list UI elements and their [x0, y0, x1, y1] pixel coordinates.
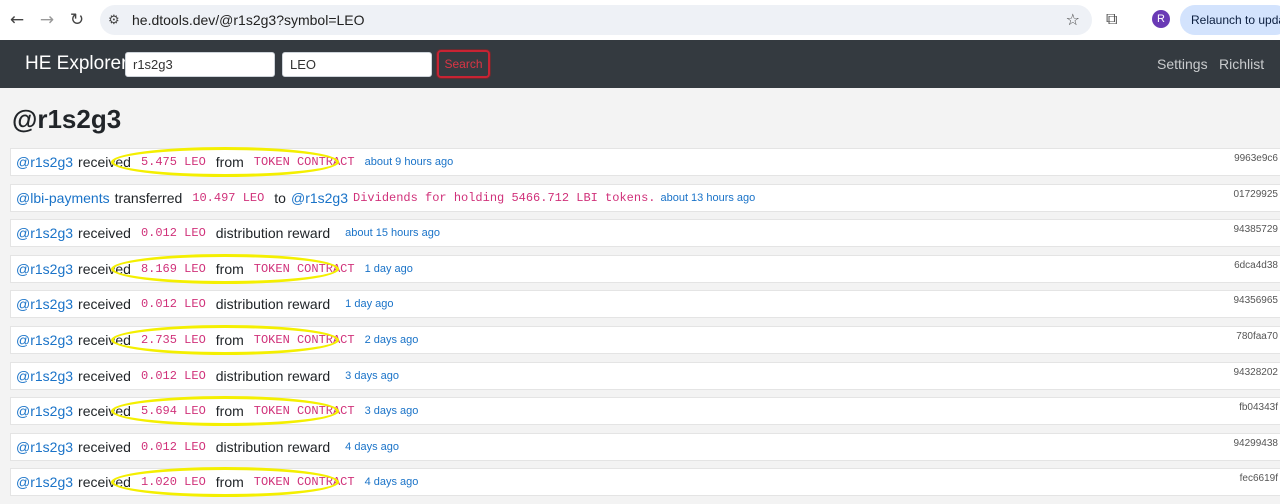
navbar: HE Explorer r1s2g3 LEO Search Settings R…: [0, 40, 1280, 88]
amount-text: 0.012 LEO: [140, 368, 206, 383]
search-button[interactable]: Search: [437, 50, 490, 78]
verb-text: transferred: [114, 189, 183, 206]
timestamp-link[interactable]: 4 days ago: [345, 441, 399, 453]
reload-icon[interactable]: ↻: [62, 5, 92, 35]
verb-text: received: [78, 154, 131, 170]
timestamp-link[interactable]: 3 days ago: [345, 370, 399, 382]
connector-text: distribution reward: [215, 296, 331, 313]
amount-text: 0.012 LEO: [140, 297, 206, 312]
brand[interactable]: HE Explorer: [25, 53, 127, 75]
connector-text: distribution reward: [215, 438, 331, 455]
actor-link[interactable]: @r1s2g3: [16, 296, 73, 312]
browser-toolbar: ← → ↻ ⚙ he.dtools.dev/@r1s2g3?symbol=LEO…: [0, 0, 1280, 40]
verb-text: received: [78, 260, 131, 277]
url-text[interactable]: he.dtools.dev/@r1s2g3?symbol=LEO: [132, 12, 365, 28]
amount-text: 5.475 LEO: [140, 155, 206, 169]
table-row: @r1s2g3 received 0.012 LEO distribution …: [10, 290, 1280, 319]
table-row: @r1s2g3 received 1.020 LEO from TOKEN CO…: [10, 467, 1280, 498]
profile-avatar[interactable]: R: [1152, 10, 1170, 28]
amount-text: 10.497 LEO: [192, 190, 265, 205]
timestamp-link[interactable]: 4 days ago: [365, 476, 419, 488]
table-row: @r1s2g3 received 0.012 LEO distribution …: [10, 219, 1280, 248]
verb-text: received: [78, 438, 131, 455]
verb-text: received: [78, 403, 131, 420]
connector-text: from: [215, 474, 244, 491]
settings-link[interactable]: Settings: [1157, 56, 1208, 72]
connector-text: from: [215, 403, 244, 420]
memo-text: Dividends for holding 5466.712 LBI token…: [353, 190, 656, 205]
verb-text: received: [78, 331, 131, 348]
table-row: @r1s2g3 received 8.169 LEO from TOKEN CO…: [10, 253, 1280, 284]
connector-text: from: [215, 260, 244, 277]
amount-text: 0.012 LEO: [140, 439, 206, 454]
site-info-icon[interactable]: ⚙: [108, 13, 124, 28]
timestamp-link[interactable]: about 15 hours ago: [345, 227, 440, 239]
relaunch-button[interactable]: Relaunch to update: [1180, 5, 1280, 35]
tx-hash-link[interactable]: 94356965: [1234, 295, 1279, 306]
timestamp-link[interactable]: 2 days ago: [365, 334, 419, 346]
target-user-link[interactable]: @r1s2g3: [291, 190, 348, 206]
tx-hash-link[interactable]: 94385729: [1234, 224, 1279, 235]
bookmark-star-icon[interactable]: ☆: [1066, 10, 1080, 29]
timestamp-link[interactable]: 1 day ago: [345, 298, 393, 310]
amount-text: 8.169 LEO: [140, 261, 206, 276]
amount-text: 5.694 LEO: [140, 404, 206, 419]
extensions-icon[interactable]: ⧉: [1106, 9, 1117, 29]
table-row: @r1s2g3 received 0.012 LEO distribution …: [10, 361, 1280, 390]
tx-hash-link[interactable]: 6dca4d38: [1234, 260, 1278, 271]
connector-text: distribution reward: [215, 367, 331, 384]
actor-link[interactable]: @r1s2g3: [16, 154, 73, 170]
amount-text: 2.735 LEO: [140, 332, 206, 347]
actor-link[interactable]: @lbi-payments: [16, 190, 110, 206]
actor-link[interactable]: @r1s2g3: [16, 403, 73, 419]
table-row: @r1s2g3 received 5.694 LEO from TOKEN CO…: [10, 396, 1280, 427]
timestamp-link[interactable]: 3 days ago: [365, 405, 419, 417]
actor-link[interactable]: @r1s2g3: [16, 368, 73, 384]
tx-hash-link[interactable]: 94299438: [1234, 438, 1279, 449]
target-text: TOKEN CONTRACT: [253, 261, 355, 276]
tx-hash-link[interactable]: 01729925: [1234, 189, 1279, 200]
target-text: TOKEN CONTRACT: [253, 404, 355, 419]
target-text: TOKEN CONTRACT: [253, 475, 355, 490]
forward-icon[interactable]: →: [32, 5, 62, 35]
tx-hash-link[interactable]: fec6619f: [1240, 473, 1278, 484]
table-row: @lbi-payments transferred 10.497 LEO to …: [10, 183, 1280, 212]
target-text: TOKEN CONTRACT: [253, 155, 355, 169]
verb-text: received: [78, 367, 131, 384]
connector-text: distribution reward: [215, 225, 331, 242]
verb-text: received: [78, 296, 131, 313]
connector-text: from: [215, 331, 244, 348]
timestamp-link[interactable]: about 9 hours ago: [365, 156, 454, 168]
actor-link[interactable]: @r1s2g3: [16, 332, 73, 348]
target-text: TOKEN CONTRACT: [253, 332, 355, 347]
richlist-link[interactable]: Richlist: [1219, 56, 1264, 72]
connector-text: to: [274, 189, 286, 206]
actor-link[interactable]: @r1s2g3: [16, 225, 73, 241]
tx-hash-link[interactable]: fb04343f: [1239, 402, 1278, 413]
tx-hash-link[interactable]: 94328202: [1234, 367, 1279, 378]
tx-hash-link[interactable]: 780faa70: [1236, 331, 1278, 342]
table-row: @r1s2g3 received 2.735 LEO from TOKEN CO…: [10, 324, 1280, 355]
back-icon[interactable]: ←: [2, 5, 32, 35]
verb-text: received: [78, 225, 131, 242]
amount-text: 1.020 LEO: [140, 475, 206, 490]
actor-link[interactable]: @r1s2g3: [16, 261, 73, 277]
address-bar[interactable]: ⚙ he.dtools.dev/@r1s2g3?symbol=LEO ☆: [100, 5, 1092, 35]
account-input[interactable]: r1s2g3: [125, 52, 275, 77]
timestamp-link[interactable]: about 13 hours ago: [660, 192, 755, 204]
actor-link[interactable]: @r1s2g3: [16, 474, 73, 490]
amount-text: 0.012 LEO: [140, 226, 206, 241]
actor-link[interactable]: @r1s2g3: [16, 439, 73, 455]
connector-text: from: [215, 154, 244, 170]
transaction-list: @r1s2g3 received 5.475 LEO from TOKEN CO…: [10, 147, 1280, 504]
symbol-input[interactable]: LEO: [282, 52, 432, 77]
verb-text: received: [78, 474, 131, 491]
table-row: @r1s2g3 received 5.475 LEO from TOKEN CO…: [10, 147, 1280, 177]
table-row: @r1s2g3 received 0.012 LEO distribution …: [10, 432, 1280, 461]
timestamp-link[interactable]: 1 day ago: [365, 263, 413, 275]
tx-hash-link[interactable]: 9963e9c6: [1234, 153, 1278, 164]
page-title: @r1s2g3: [12, 104, 122, 134]
